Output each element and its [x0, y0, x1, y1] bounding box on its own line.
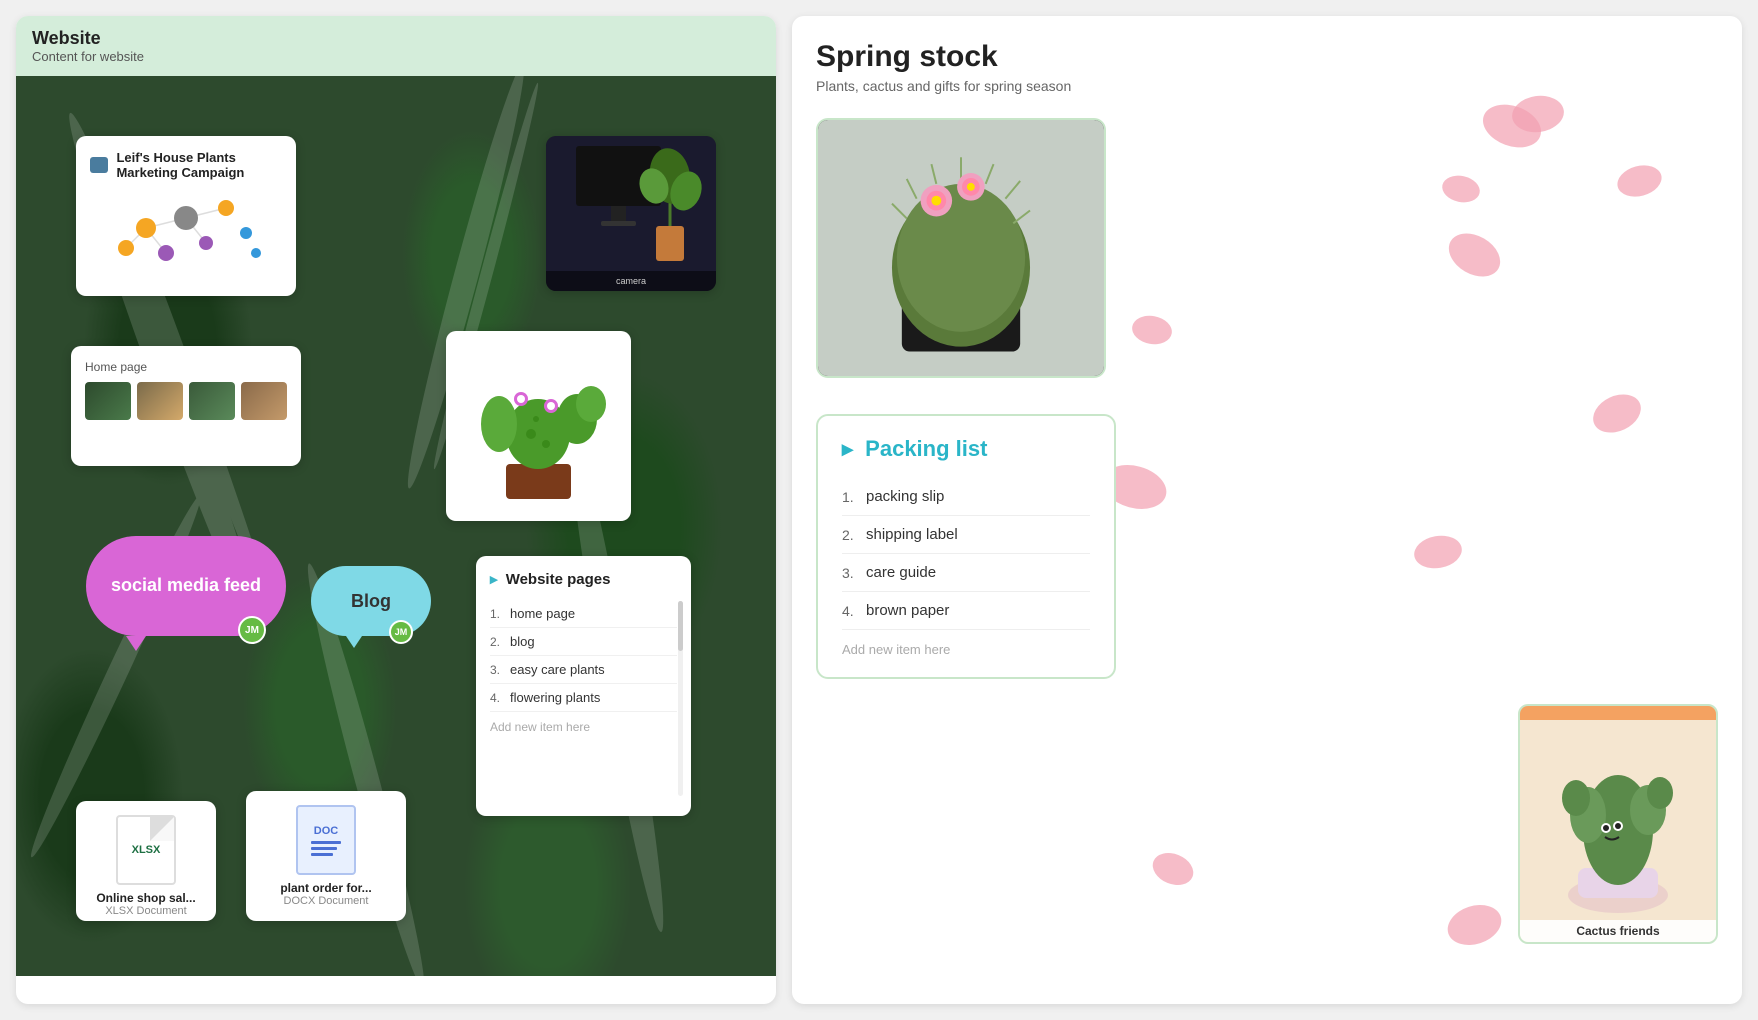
homepage-label: Home page	[85, 360, 287, 374]
cactus-friends-label: Cactus friends	[1520, 920, 1716, 942]
webpage-item-3[interactable]: 3. easy care plants	[490, 656, 677, 684]
docx-filetype: DOCX Document	[260, 895, 392, 907]
thumb-3	[189, 382, 235, 420]
packing-arrow: ▸	[842, 436, 853, 461]
social-avatar: JM	[238, 616, 266, 644]
marketing-campaign-card[interactable]: Leif's House Plants Marketing Campaign	[76, 136, 296, 296]
plant-photo-card: camera	[546, 136, 716, 291]
packing-label-2: shipping label	[866, 526, 958, 543]
left-header: Website Content for website	[16, 16, 776, 76]
webpages-title-text: Website pages	[506, 571, 611, 588]
right-panel-title: Spring stock	[816, 40, 1718, 74]
social-bubble-text: social media feed	[111, 574, 261, 597]
docx-file-card[interactable]: DOC plant order for... DOCX Document	[246, 791, 406, 921]
item-label-2: blog	[510, 634, 535, 649]
cactus-svg	[461, 344, 616, 509]
xlsx-filename: Online shop sal...	[90, 891, 202, 905]
item-num-2: 2.	[490, 635, 510, 649]
cactus-main-photo	[816, 118, 1106, 378]
packing-item-4[interactable]: 4. brown paper	[842, 592, 1090, 630]
blog-bubble-text: Blog	[351, 591, 391, 612]
packing-label-3: care guide	[866, 564, 936, 581]
left-panel-subtitle: Content for website	[32, 49, 760, 64]
doc-ext: DOC	[311, 825, 341, 837]
blog-bubble[interactable]: Blog JM	[311, 566, 431, 636]
network-viz	[90, 188, 282, 268]
packing-num-2: 2.	[842, 527, 866, 543]
webpage-item-1[interactable]: 1. home page	[490, 600, 677, 628]
packing-num-3: 3.	[842, 565, 866, 581]
plant-photo-svg: camera	[546, 136, 716, 291]
item-num-4: 4.	[490, 691, 510, 705]
packing-title-text: Packing list	[865, 436, 987, 461]
packing-list-title: ▸ Packing list	[842, 436, 1090, 462]
thumb-2	[137, 382, 183, 420]
xlsx-file-card[interactable]: XLSX Online shop sal... XLSX Document	[76, 801, 216, 921]
thumb-4	[241, 382, 287, 420]
packing-label-1: packing slip	[866, 488, 944, 505]
link-icon	[90, 157, 108, 173]
packing-item-3[interactable]: 3. care guide	[842, 554, 1090, 592]
xlsx-icon: XLSX	[116, 815, 176, 885]
packing-label-4: brown paper	[866, 602, 949, 619]
item-num-1: 1.	[490, 607, 510, 621]
packing-item-1[interactable]: 1. packing slip	[842, 478, 1090, 516]
xlsx-filetype: XLSX Document	[90, 905, 202, 917]
homepage-card[interactable]: Home page	[71, 346, 301, 466]
cactus-illustration-card	[446, 331, 631, 521]
xlsx-ext: XLSX	[132, 844, 161, 856]
canvas-area: Leif's House Plants Marketing Campaign	[16, 76, 776, 976]
packing-add-item[interactable]: Add new item here	[842, 642, 1090, 657]
right-panel-subtitle: Plants, cactus and gifts for spring seas…	[816, 78, 1718, 94]
social-media-bubble[interactable]: social media feed JM	[86, 536, 286, 636]
webpage-item-4[interactable]: 4. flowering plants	[490, 684, 677, 712]
doc-icon: DOC	[296, 805, 356, 875]
packing-num-1: 1.	[842, 489, 866, 505]
doc-lines	[311, 841, 341, 856]
doc-line-2	[311, 847, 337, 850]
cactus-friends-photo: Cactus friends	[1518, 704, 1718, 944]
docx-filename: plant order for...	[260, 881, 392, 895]
doc-line-1	[311, 841, 341, 844]
cactus-main-svg	[818, 118, 1104, 378]
item-num-3: 3.	[490, 663, 510, 677]
network-svg	[96, 188, 276, 268]
item-label-3: easy care plants	[510, 662, 605, 677]
webpages-title: ▸ Website pages	[490, 570, 677, 588]
left-panel-title: Website	[32, 28, 760, 49]
right-left-column: ▸ Packing list 1. packing slip 2. shippi…	[816, 118, 1116, 679]
webpages-arrow: ▸	[490, 571, 498, 588]
thumbnails-row	[85, 382, 287, 420]
marketing-title: Leif's House Plants Marketing Campaign	[116, 150, 282, 180]
left-panel: Website Content for website Leif's House…	[16, 16, 776, 1004]
packing-list-card[interactable]: ▸ Packing list 1. packing slip 2. shippi…	[816, 414, 1116, 679]
scrollbar-track[interactable]	[678, 601, 683, 796]
packing-item-2[interactable]: 2. shipping label	[842, 516, 1090, 554]
item-label-4: flowering plants	[510, 690, 600, 705]
right-panel: Spring stock Plants, cactus and gifts fo…	[792, 16, 1742, 1004]
packing-num-4: 4.	[842, 603, 866, 619]
webpage-item-2[interactable]: 2. blog	[490, 628, 677, 656]
right-content-area: ▸ Packing list 1. packing slip 2. shippi…	[816, 118, 1718, 679]
webpages-card[interactable]: ▸ Website pages 1. home page 2. blog 3. …	[476, 556, 691, 816]
cactus-friends-svg	[1518, 720, 1718, 920]
item-label-1: home page	[510, 606, 575, 621]
blob-9	[1442, 898, 1506, 951]
webpages-add-item[interactable]: Add new item here	[490, 720, 677, 734]
thumb-1	[85, 382, 131, 420]
svg-text:camera: camera	[616, 276, 646, 286]
scrollbar-thumb[interactable]	[678, 601, 683, 651]
blob-8	[1148, 847, 1198, 891]
doc-line-3	[311, 853, 333, 856]
blog-avatar: JM	[389, 620, 413, 644]
